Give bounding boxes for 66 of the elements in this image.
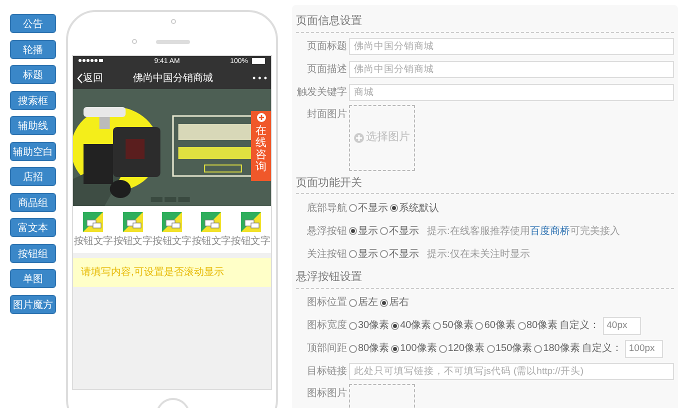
- text-field[interactable]: 佛尚中国分销商城: [349, 61, 674, 78]
- component-button[interactable]: 单图: [10, 269, 56, 288]
- section-title: 页面信息设置: [296, 13, 674, 32]
- notice-bar: 请填写内容,可设置是否滚动显示: [73, 258, 271, 287]
- nav-button[interactable]: 按钮文字: [152, 212, 192, 249]
- component-button[interactable]: 图片魔方: [10, 294, 56, 314]
- field-label: 图标位置: [306, 296, 348, 310]
- nav-button[interactable]: 按钮文字: [231, 212, 270, 249]
- radio-option[interactable]: 不显示: [380, 246, 419, 262]
- field-label: 图标图片: [306, 386, 348, 400]
- hint-text: 提示:仅在未关注时显示: [427, 248, 530, 262]
- field-label: 图标宽度: [306, 318, 348, 333]
- field-label: 页面标题: [306, 40, 348, 54]
- hint-link[interactable]: 百度商桥: [530, 226, 570, 236]
- field-label: 触发关键字: [296, 86, 348, 100]
- hint-text: 提示:在线客服推荐使用百度商桥可完美接入: [427, 224, 620, 238]
- page-title: 佛尚中国分销商城: [132, 72, 214, 86]
- component-button[interactable]: 轮播: [10, 40, 56, 58]
- custom-field[interactable]: 100px: [624, 340, 663, 358]
- radio-option[interactable]: 显示: [349, 246, 378, 262]
- section-title: 悬浮按钮设置: [296, 269, 674, 288]
- nav-button[interactable]: 按钮文字: [113, 212, 152, 249]
- field-label: 顶部间距: [306, 342, 348, 356]
- component-button[interactable]: 搜索框: [10, 90, 56, 110]
- radio-option[interactable]: 100像素: [391, 341, 437, 356]
- more-button[interactable]: • • •: [252, 72, 267, 86]
- radio-option[interactable]: 居右: [380, 295, 409, 310]
- field-label: 页面描述: [306, 62, 348, 77]
- radio-option[interactable]: 居左: [349, 295, 378, 310]
- field-label: 底部导航: [306, 202, 348, 216]
- radio-option[interactable]: 40像素: [391, 318, 432, 333]
- radio-option[interactable]: 不显示: [349, 200, 388, 216]
- radio-option[interactable]: 显示: [349, 224, 378, 238]
- text-field[interactable]: 佛尚中国分销商城: [349, 38, 674, 55]
- radio-option[interactable]: 30像素: [349, 318, 390, 333]
- component-button[interactable]: 辅助线: [10, 116, 56, 135]
- custom-label: 自定义：: [560, 318, 600, 333]
- component-button[interactable]: 公告: [10, 14, 56, 33]
- radio-option[interactable]: 150像素: [486, 341, 532, 356]
- radio-option[interactable]: 80像素: [349, 341, 390, 356]
- custom-field[interactable]: 40px: [602, 316, 641, 334]
- component-button[interactable]: 标题: [10, 65, 56, 84]
- component-button[interactable]: 辅助空白: [10, 142, 56, 160]
- text-field[interactable]: 商城: [349, 84, 674, 101]
- text-field[interactable]: 此处只可填写链接，不可填写js代码 (需以http://开头): [349, 363, 674, 380]
- radio-option[interactable]: 180像素: [534, 341, 580, 356]
- consult-button[interactable]: 在线咨询: [251, 111, 271, 181]
- field-label: 封面图片: [306, 108, 348, 122]
- field-label: 悬浮按钮: [306, 224, 348, 238]
- radio-option[interactable]: 50像素: [433, 318, 474, 333]
- nav-button[interactable]: 按钮文字: [192, 212, 231, 249]
- component-button[interactable]: 商品组: [10, 192, 56, 212]
- custom-label: 自定义：: [582, 342, 622, 356]
- section-title: 页面功能开关: [296, 174, 674, 194]
- field-label: 目标链接: [306, 364, 348, 379]
- component-button[interactable]: 富文本: [10, 218, 56, 237]
- component-button[interactable]: 按钮组: [10, 244, 56, 262]
- radio-option[interactable]: 不显示: [380, 224, 419, 238]
- field-label: 关注按钮: [306, 248, 348, 262]
- nav-button[interactable]: 按钮文字: [74, 212, 113, 249]
- radio-option[interactable]: 80像素: [518, 318, 558, 333]
- radio-option[interactable]: 60像素: [475, 318, 516, 333]
- radio-option[interactable]: 120像素: [438, 341, 484, 356]
- component-button[interactable]: 店招: [10, 167, 56, 186]
- back-button[interactable]: 返回: [77, 71, 103, 86]
- radio-option[interactable]: 系统默认: [390, 200, 439, 216]
